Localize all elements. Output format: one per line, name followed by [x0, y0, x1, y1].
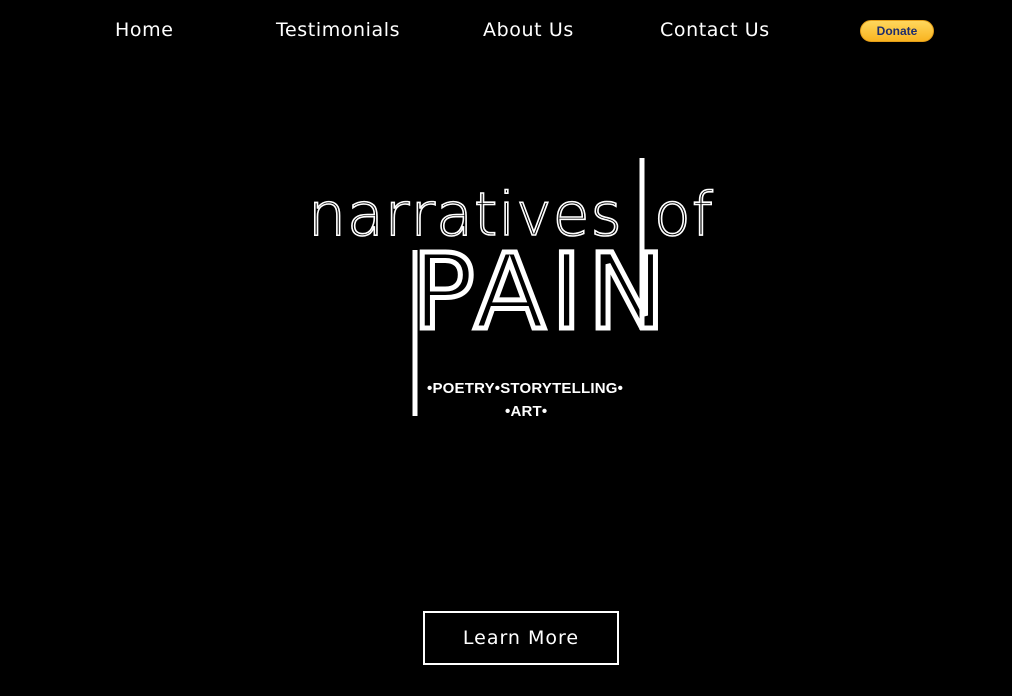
logo-word-pain: PAIN: [412, 231, 672, 353]
logo-tagline-poetry-storytelling: •POETRY•STORYTELLING•: [427, 380, 623, 397]
page: Home Testimonials About Us Contact Us Do…: [0, 0, 1012, 696]
nav-contact-us-link[interactable]: Contact Us: [660, 18, 770, 42]
donate-button[interactable]: Donate: [860, 20, 934, 42]
logo-tagline-art: •ART•: [505, 403, 547, 420]
logo-graphic: narratives of PAIN •POETRY•STORYTELLING•…: [307, 158, 714, 420]
nav-about-us-link[interactable]: About Us: [483, 18, 574, 42]
top-navigation: Home Testimonials About Us Contact Us Do…: [0, 0, 1012, 62]
site-logo: narratives of PAIN •POETRY•STORYTELLING•…: [300, 150, 740, 430]
nav-testimonials-link[interactable]: Testimonials: [276, 18, 400, 42]
learn-more-button[interactable]: Learn More: [423, 611, 619, 665]
nav-home-link[interactable]: Home: [115, 18, 174, 42]
